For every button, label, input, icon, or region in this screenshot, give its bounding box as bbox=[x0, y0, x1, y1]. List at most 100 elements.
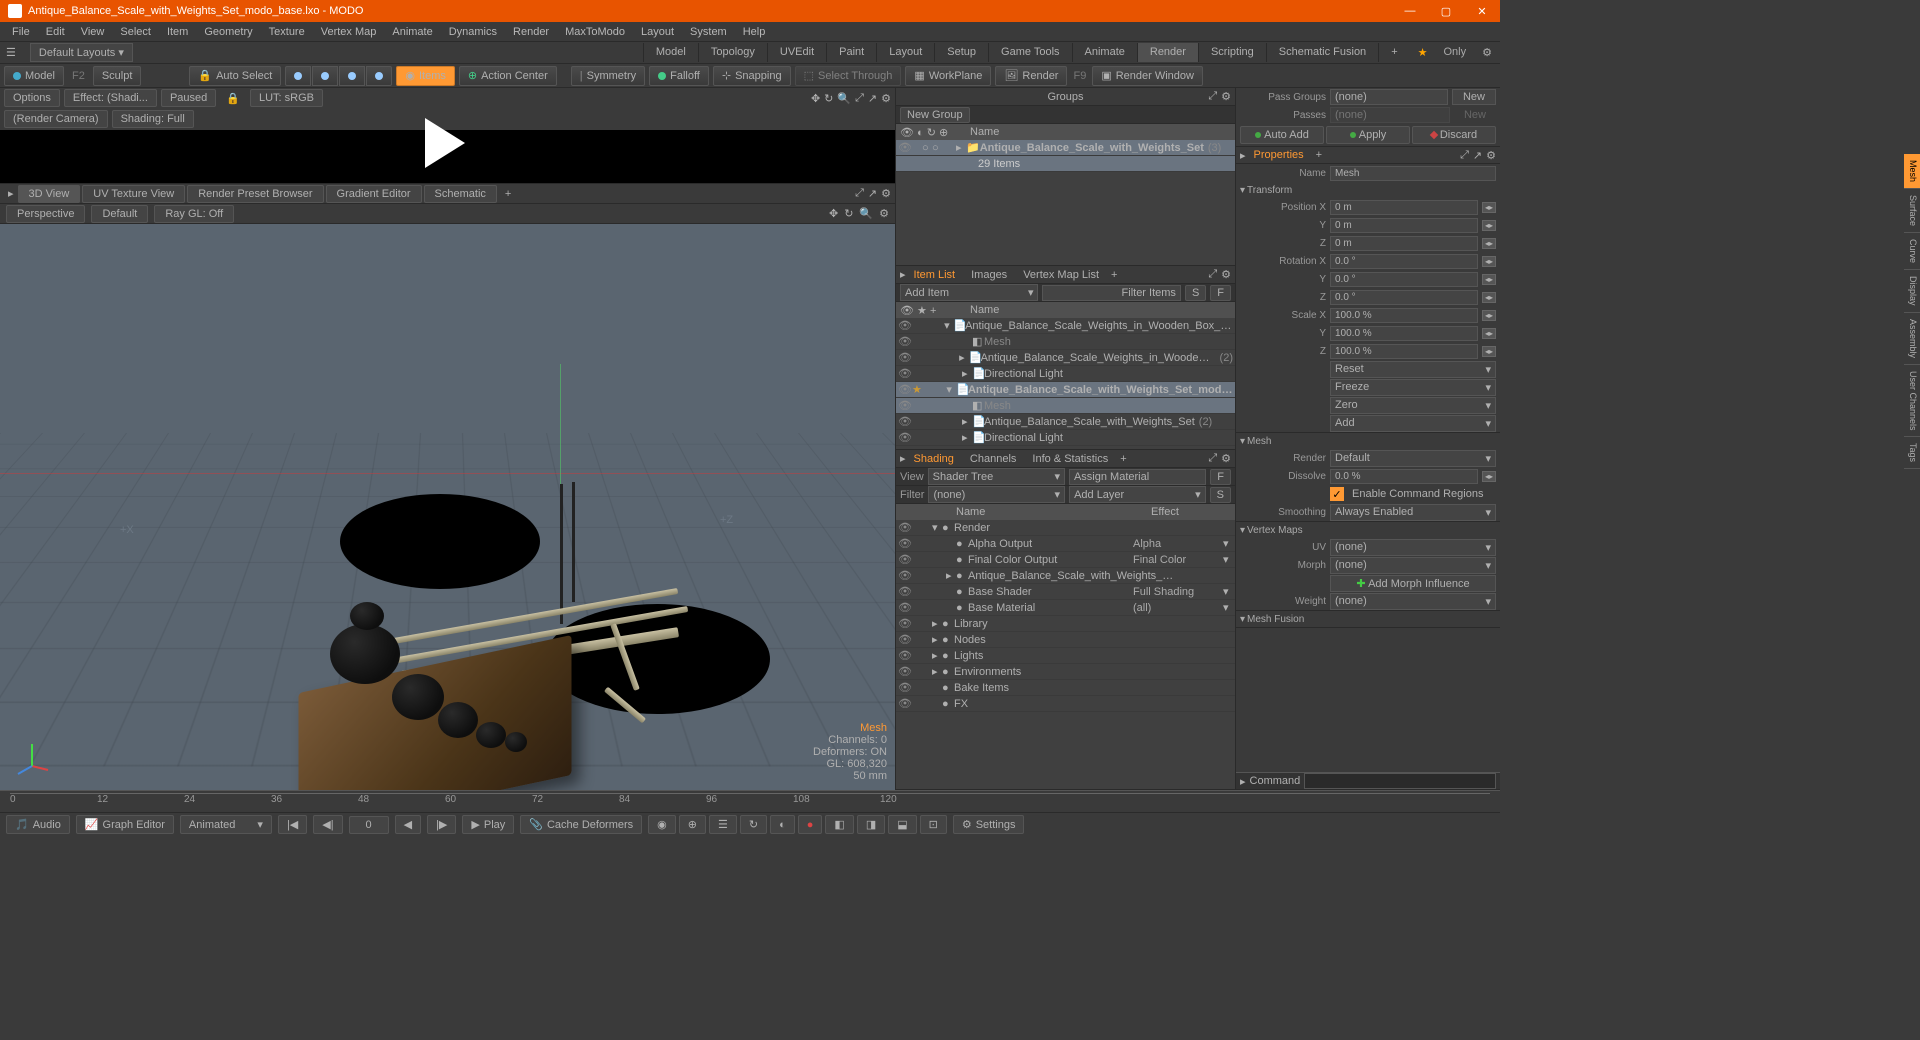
menu-vertex-map[interactable]: Vertex Map bbox=[313, 24, 385, 40]
command-input[interactable] bbox=[1304, 773, 1496, 789]
rot-x-input[interactable]: 0.0 ° bbox=[1330, 254, 1478, 269]
zero-dropdown[interactable]: Zero▾ bbox=[1330, 397, 1496, 414]
gear-icon[interactable]: ⚙ bbox=[881, 187, 891, 200]
zoom-icon[interactable]: 🔍 bbox=[859, 207, 873, 220]
tool-icon-8[interactable]: ⬓ bbox=[888, 815, 916, 834]
scale-z-input[interactable]: 100.0 % bbox=[1330, 344, 1478, 359]
item-row[interactable]: 👁★▾📄Antique_Balance_Scale_with_Weights_S… bbox=[896, 382, 1235, 398]
transform-section[interactable]: Transform bbox=[1236, 182, 1500, 198]
menu-dynamics[interactable]: Dynamics bbox=[441, 24, 505, 40]
model-mode-button[interactable]: Model bbox=[4, 66, 64, 86]
add-tab-button[interactable]: + bbox=[1107, 269, 1121, 281]
reset-dropdown[interactable]: Reset▾ bbox=[1330, 361, 1496, 378]
close-button[interactable]: ✕ bbox=[1464, 0, 1500, 22]
prev-frame-button[interactable]: ◀| bbox=[313, 815, 342, 834]
shader-row[interactable]: 👁●Final Color OutputFinal Color▾ bbox=[896, 552, 1235, 568]
new-group-button[interactable]: New Group bbox=[900, 107, 970, 123]
shading-s-button[interactable]: S bbox=[1210, 487, 1231, 503]
3d-viewport[interactable]: +X +Z Mesh bbox=[0, 224, 895, 790]
layout-tab-topology[interactable]: Topology bbox=[698, 43, 767, 62]
prop-vtab-tags[interactable]: Tags bbox=[1904, 437, 1920, 469]
prop-vtab-curve[interactable]: Curve bbox=[1904, 233, 1920, 270]
layout-tab-paint[interactable]: Paint bbox=[826, 43, 876, 62]
animated-dropdown[interactable]: Animated▾ bbox=[180, 815, 272, 834]
settings-button[interactable]: ⚙Settings bbox=[953, 815, 1025, 834]
layout-tab-render[interactable]: Render bbox=[1137, 43, 1198, 62]
next-frame-button[interactable]: |▶ bbox=[427, 815, 456, 834]
vertex-maps-section[interactable]: Vertex Maps bbox=[1236, 522, 1500, 538]
minimize-button[interactable]: — bbox=[1392, 0, 1428, 22]
item-row[interactable]: 👁◧Mesh bbox=[896, 398, 1235, 414]
pass-groups-dropdown[interactable]: (none) bbox=[1330, 89, 1448, 105]
expand-icon[interactable]: ⤢ bbox=[855, 92, 864, 105]
scale-x-input[interactable]: 100.0 % bbox=[1330, 308, 1478, 323]
render-dropdown[interactable]: Default▾ bbox=[1330, 450, 1496, 467]
add-morph-button[interactable]: ✚ Add Morph Influence bbox=[1330, 575, 1496, 592]
properties-tab[interactable]: Properties bbox=[1246, 147, 1312, 163]
filter-f-button[interactable]: F bbox=[1210, 285, 1231, 301]
collapse-icon[interactable]: ▸ bbox=[1240, 775, 1246, 788]
gear-icon[interactable]: ⚙ bbox=[1221, 268, 1231, 281]
dissolve-input[interactable]: 0.0 % bbox=[1330, 469, 1478, 484]
layout-tab-model[interactable]: Model bbox=[643, 43, 698, 62]
prop-vtab-user-channels[interactable]: User Channels bbox=[1904, 365, 1920, 438]
tool-icon-9[interactable]: ⊡ bbox=[920, 815, 947, 834]
filter-f-button[interactable]: F bbox=[1210, 469, 1231, 485]
shading-tab-shading[interactable]: Shading bbox=[906, 451, 962, 467]
add-item-dropdown[interactable]: Add Item▾ bbox=[900, 284, 1038, 301]
axis-gizmo[interactable] bbox=[12, 738, 52, 778]
play-button[interactable]: ▶ Play bbox=[462, 815, 514, 834]
rot-y-input[interactable]: 0.0 ° bbox=[1330, 272, 1478, 287]
add-tab-button[interactable]: + bbox=[499, 188, 517, 200]
shading-tab-info-&-statistics[interactable]: Info & Statistics bbox=[1024, 451, 1116, 467]
auto-select-button[interactable]: 🔒Auto Select bbox=[189, 66, 281, 86]
expand-icon[interactable]: ⤢ bbox=[1208, 268, 1217, 281]
preview-effect-button[interactable]: Effect: (Shadi... bbox=[64, 89, 157, 107]
raygl-button[interactable]: Ray GL: Off bbox=[154, 205, 234, 223]
hamburger-icon[interactable]: ☰ bbox=[0, 46, 22, 59]
layout-tab-animate[interactable]: Animate bbox=[1072, 43, 1137, 62]
add-layer-dropdown[interactable]: Add Layer▾ bbox=[1069, 486, 1206, 503]
filter-items-input[interactable]: Filter Items bbox=[1042, 285, 1180, 301]
prop-vtab-display[interactable]: Display bbox=[1904, 270, 1920, 313]
mesh-fusion-section[interactable]: Mesh Fusion bbox=[1236, 611, 1500, 627]
menu-render[interactable]: Render bbox=[505, 24, 557, 40]
star-icon[interactable]: ★ bbox=[1410, 43, 1436, 62]
shader-row[interactable]: 👁▸●Environments bbox=[896, 664, 1235, 680]
arrow-icon[interactable]: ↗ bbox=[1473, 149, 1482, 162]
rot-z-input[interactable]: 0.0 ° bbox=[1330, 290, 1478, 305]
gear-icon[interactable]: ⚙ bbox=[1474, 43, 1500, 62]
perspective-button[interactable]: Perspective bbox=[6, 205, 85, 223]
menu-help[interactable]: Help bbox=[735, 24, 774, 40]
menu-geometry[interactable]: Geometry bbox=[196, 24, 260, 40]
tool-icon-6[interactable]: ◧ bbox=[825, 815, 853, 834]
view-tab-render-preset-browser[interactable]: Render Preset Browser bbox=[187, 185, 323, 203]
menu-select[interactable]: Select bbox=[112, 24, 159, 40]
menu-maxtomodo[interactable]: MaxToModo bbox=[557, 24, 633, 40]
itemlist-tab-vertex-map-list[interactable]: Vertex Map List bbox=[1015, 267, 1107, 283]
symmetry-button[interactable]: |Symmetry bbox=[571, 66, 645, 86]
view-tab-schematic[interactable]: Schematic bbox=[424, 185, 497, 203]
view-tab-gradient-editor[interactable]: Gradient Editor bbox=[326, 185, 422, 203]
apply-button[interactable]: Apply bbox=[1326, 126, 1410, 144]
menu-system[interactable]: System bbox=[682, 24, 735, 40]
tool-icon-1[interactable]: ◉ bbox=[648, 815, 676, 834]
move-icon[interactable]: ✥ bbox=[811, 92, 820, 105]
new-pass-button[interactable]: New bbox=[1452, 89, 1496, 105]
add-tab-button[interactable]: + bbox=[1116, 453, 1130, 465]
record-button[interactable]: ● bbox=[798, 815, 823, 834]
preview-paused-button[interactable]: Paused bbox=[161, 89, 216, 107]
render-window-button[interactable]: ▣Render Window bbox=[1092, 66, 1203, 86]
itemlist-tab-item-list[interactable]: Item List bbox=[906, 267, 964, 283]
first-frame-button[interactable]: |◀ bbox=[278, 815, 307, 834]
sculpt-button[interactable]: Sculpt bbox=[93, 66, 142, 86]
passes-dropdown[interactable]: (none) bbox=[1330, 107, 1450, 123]
current-frame-input[interactable]: 0 bbox=[349, 816, 389, 834]
item-row[interactable]: 👁▸📄Antique_Balance_Scale_Weights_in_Wood… bbox=[896, 350, 1235, 366]
itemlist-tab-images[interactable]: Images bbox=[963, 267, 1015, 283]
menu-edit[interactable]: Edit bbox=[38, 24, 73, 40]
expand-icon[interactable]: ⤢ bbox=[1208, 452, 1217, 465]
falloff-button[interactable]: Falloff bbox=[649, 66, 709, 86]
gear-icon[interactable]: ⚙ bbox=[879, 207, 889, 220]
select-through-button[interactable]: ⬚Select Through bbox=[795, 66, 902, 86]
